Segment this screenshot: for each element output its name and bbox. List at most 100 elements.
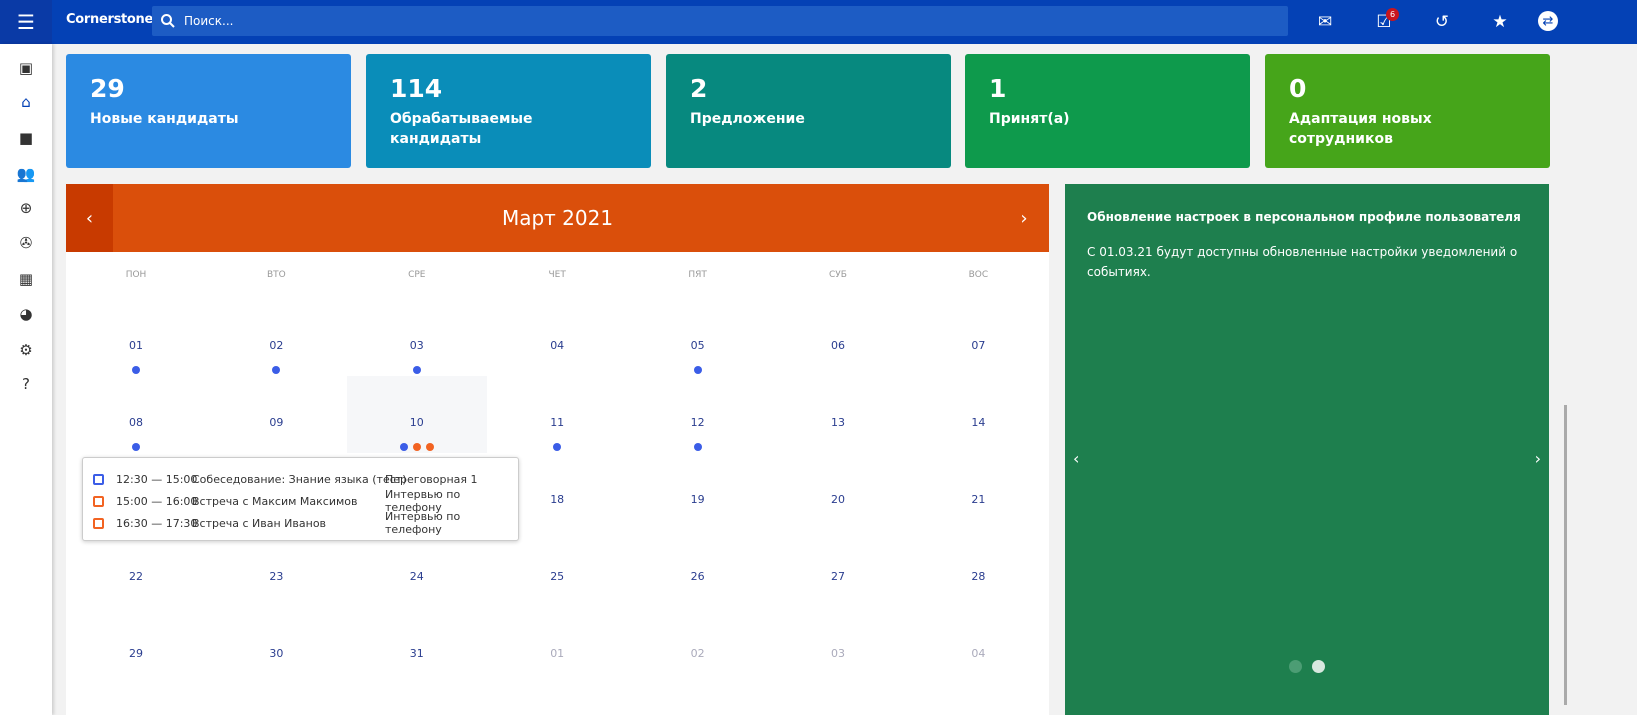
calendar-day[interactable]: 28: [908, 530, 1048, 607]
sidebar: ▣ ⌂ ■ 👥 ⊕ ✇ ▦ ◕ ⚙ ?: [0, 44, 52, 715]
people-icon[interactable]: 👥: [16, 164, 36, 184]
calendar-day[interactable]: 14: [908, 376, 1048, 453]
weekday-header: ЧЕТ: [548, 270, 566, 280]
stat-tile[interactable]: 29 Новые кандидаты: [66, 54, 351, 168]
tile-label: Предложение: [690, 111, 805, 127]
calendar-day[interactable]: 27: [768, 530, 908, 607]
calendar-day[interactable]: 31: [347, 607, 487, 684]
slide-dot-2[interactable]: [1312, 660, 1325, 673]
event-row[interactable]: 16:30 — 17:30 Встреча с Иван Иванов Интерв…: [83, 510, 518, 536]
tile-count: 2: [690, 74, 708, 103]
slide-dot-1[interactable]: [1289, 660, 1302, 673]
stat-tile[interactable]: 114 Обрабатываемые кандидаты: [366, 54, 651, 168]
history-icon[interactable]: ↺: [1430, 10, 1454, 34]
calendar-day[interactable]: 26: [628, 530, 768, 607]
star-icon[interactable]: ★: [1488, 10, 1512, 34]
calendar-day[interactable]: 05: [628, 299, 768, 376]
event-row[interactable]: 12:30 — 15:00 Собеседование: Знание языка…: [83, 468, 518, 490]
calendar-day[interactable]: 01: [66, 299, 206, 376]
calendar-day[interactable]: 02: [628, 607, 768, 684]
event-dot: [399, 443, 408, 451]
calendar-day[interactable]: 02: [206, 299, 346, 376]
calendar-day[interactable]: 24: [347, 530, 487, 607]
stat-tile[interactable]: 0 Адаптация новых сотрудников: [1265, 54, 1550, 168]
logo[interactable]: Cornerstone: [66, 12, 153, 27]
day-number: 07: [971, 339, 986, 352]
day-number: 29: [129, 647, 143, 660]
calendar-day[interactable]: 06: [768, 299, 908, 376]
calendar-day[interactable]: 04: [487, 299, 627, 376]
announcement-panel: Обновление настроек в персональном профи…: [1065, 184, 1549, 715]
calendar-day[interactable]: 08: [66, 376, 206, 453]
day-number: 05: [690, 339, 705, 352]
calendar-day[interactable]: 04: [908, 607, 1048, 684]
calendar-event-icon: [93, 473, 104, 485]
calendar-day[interactable]: 25: [487, 530, 627, 607]
search-input[interactable]: Поиск...: [152, 6, 1288, 36]
calendar-day[interactable]: 23: [206, 530, 346, 607]
calendar: ‹ Март 2021 › ПОН ВТО СРЕ ЧЕТ ПЯТ СУБ ВОС 01 02 0…: [66, 184, 1049, 715]
target-icon[interactable]: ⊕: [16, 198, 36, 218]
day-number: 28: [971, 570, 986, 583]
profile-icon[interactable]: ▣: [16, 58, 36, 78]
day-number: 22: [129, 570, 143, 583]
event-dot: [693, 366, 702, 374]
event-dot: [553, 443, 562, 451]
day-number: 24: [409, 570, 424, 583]
scrollbar-thumb[interactable]: [1564, 405, 1567, 705]
next-month-button[interactable]: ›: [1009, 184, 1039, 252]
calendar-day[interactable]: 30: [206, 607, 346, 684]
day-number: 23: [269, 570, 284, 583]
search-icon: [161, 14, 175, 28]
calendar-day[interactable]: 20: [768, 453, 908, 530]
calendar-day[interactable]: 21: [908, 453, 1048, 530]
stat-tile[interactable]: 1 Принят(а): [965, 54, 1250, 168]
calendar-event-icon: [93, 517, 104, 529]
calendar-day[interactable]: 07: [908, 299, 1048, 376]
event-time: 15:00 — 16:00: [116, 494, 198, 508]
tile-label: Новые кандидаты: [90, 111, 239, 127]
calendar-icon[interactable]: ▦: [16, 269, 36, 289]
day-number: 12: [690, 416, 705, 429]
next-slide-icon[interactable]: ›: [1535, 449, 1541, 468]
prev-month-button[interactable]: ‹: [66, 184, 113, 252]
calendar-day[interactable]: 19: [628, 453, 768, 530]
event-location: Интервью по телефону: [385, 510, 461, 536]
tile-label: Обрабатываемые кандидаты: [390, 111, 533, 147]
cluster-icon[interactable]: ✇: [16, 233, 36, 253]
day-number: 21: [971, 493, 986, 506]
gear-icon[interactable]: ⚙: [16, 340, 36, 360]
event-dot: [425, 443, 434, 451]
briefcase-icon[interactable]: ■: [16, 128, 36, 148]
calendar-day[interactable]: 29: [66, 607, 206, 684]
day-number: 02: [690, 647, 705, 660]
calendar-day[interactable]: 22: [66, 530, 206, 607]
menu-icon[interactable]: ☰: [0, 0, 52, 44]
tasks-icon[interactable]: ☑ 6: [1372, 8, 1399, 34]
day-number: 25: [550, 570, 565, 583]
calendar-day[interactable]: 03: [347, 299, 487, 376]
mail-icon[interactable]: ✉: [1313, 10, 1337, 34]
weekday-header: ПЯТ: [688, 270, 707, 280]
event-dot: [412, 443, 421, 451]
switch-icon[interactable]: ⇄: [1538, 11, 1558, 31]
day-number: 10: [409, 416, 424, 429]
prev-slide-icon[interactable]: ‹: [1073, 449, 1079, 468]
event-row[interactable]: 15:00 — 16:00 Встреча с Максим Максимов Ин…: [83, 488, 518, 514]
calendar-day[interactable]: 10: [346, 376, 487, 453]
day-number: 04: [550, 339, 565, 352]
event-dot: [693, 443, 702, 451]
calendar-day[interactable]: 13: [768, 376, 908, 453]
pie-chart-icon[interactable]: ◕: [16, 304, 36, 324]
event-title: Встреча с Иван Иванов: [192, 516, 327, 530]
announcement-body: С 01.03.21 будут доступны обновленные на…: [1087, 245, 1518, 279]
calendar-day[interactable]: 01: [487, 607, 627, 684]
calendar-day[interactable]: 12: [628, 376, 768, 453]
help-icon[interactable]: ?: [16, 374, 36, 394]
stat-tile[interactable]: 2 Предложение: [666, 54, 951, 168]
calendar-day[interactable]: 09: [206, 376, 346, 453]
calendar-day[interactable]: 11: [487, 376, 627, 453]
day-number: 30: [269, 647, 284, 660]
calendar-day[interactable]: 03: [768, 607, 908, 684]
home-icon[interactable]: ⌂: [16, 92, 36, 112]
